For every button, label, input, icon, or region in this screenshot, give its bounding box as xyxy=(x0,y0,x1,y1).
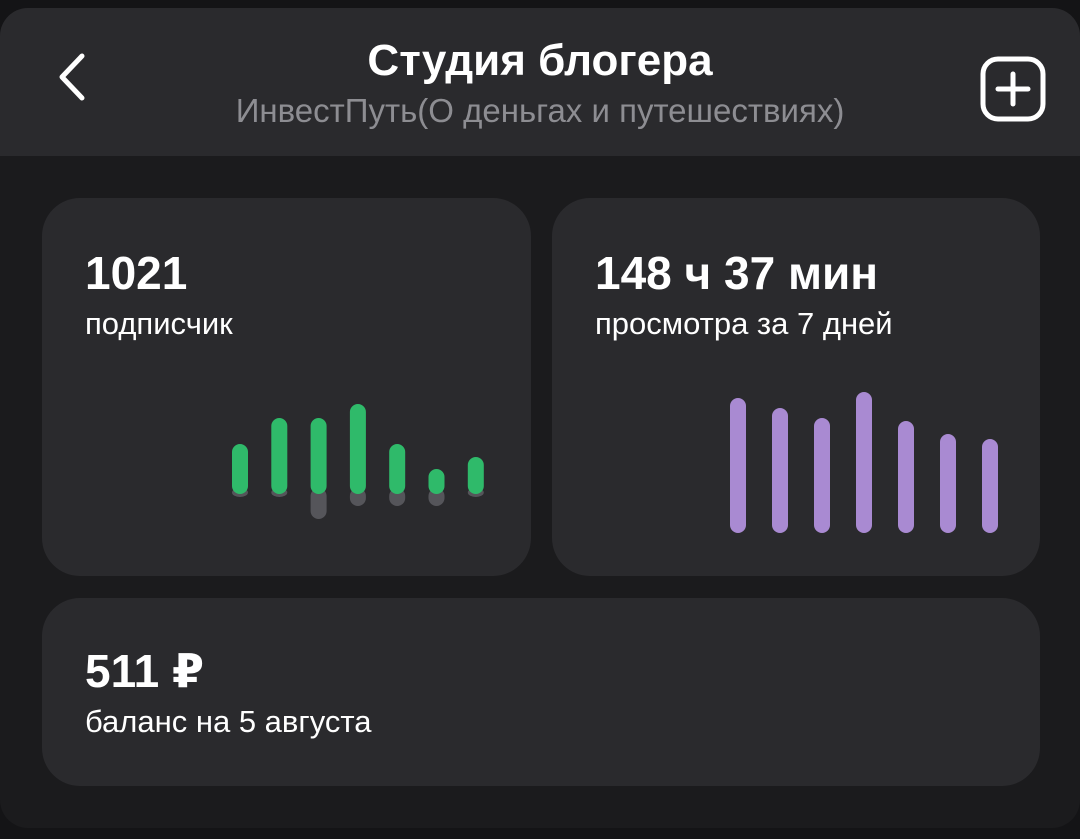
views-bar xyxy=(982,439,998,533)
subscribers-gain-bar xyxy=(232,444,248,494)
back-button[interactable] xyxy=(40,42,104,112)
create-button[interactable] xyxy=(974,50,1052,128)
subscribers-gain-bar xyxy=(467,457,484,494)
views-bar xyxy=(772,408,788,533)
balance-card[interactable]: 511 ₽ баланс на 5 августа xyxy=(42,598,1040,786)
subscribers-chart xyxy=(232,404,484,519)
views-card[interactable]: 148 ч 37 мин просмотра за 7 дней xyxy=(552,198,1040,576)
views-bar xyxy=(730,398,746,533)
subscribers-count: 1021 xyxy=(85,247,188,299)
plus-square-icon xyxy=(980,56,1046,122)
subscribers-gain-bar xyxy=(428,469,445,494)
subscribers-card[interactable]: 1021 подписчик xyxy=(42,198,531,576)
views-duration: 148 ч 37 мин xyxy=(595,247,879,299)
subscribers-label: подписчик xyxy=(85,306,233,341)
chevron-left-icon xyxy=(59,53,85,101)
balance-label: баланс на 5 августа xyxy=(85,704,372,739)
subscribers-gain-bar xyxy=(389,444,406,494)
views-bar xyxy=(856,392,872,533)
blogger-studio-screen: Студия блогера ИнвестПуть(О деньгах и пу… xyxy=(0,8,1080,828)
views-bar xyxy=(898,421,914,533)
views-bar xyxy=(940,434,956,533)
views-label: просмотра за 7 дней xyxy=(595,306,893,341)
subscribers-gain-bar xyxy=(349,404,366,494)
views-chart xyxy=(730,392,998,533)
subscribers-gain-bar xyxy=(310,418,327,494)
top-app-bar: Студия блогера ИнвестПуть(О деньгах и пу… xyxy=(0,8,1080,156)
channel-name: ИнвестПуть(О деньгах и путешествиях) xyxy=(235,92,845,129)
page-title: Студия блогера xyxy=(367,36,713,85)
subscribers-gain-bar xyxy=(271,418,288,494)
views-bar xyxy=(814,418,830,533)
balance-amount: 511 ₽ xyxy=(85,645,204,697)
